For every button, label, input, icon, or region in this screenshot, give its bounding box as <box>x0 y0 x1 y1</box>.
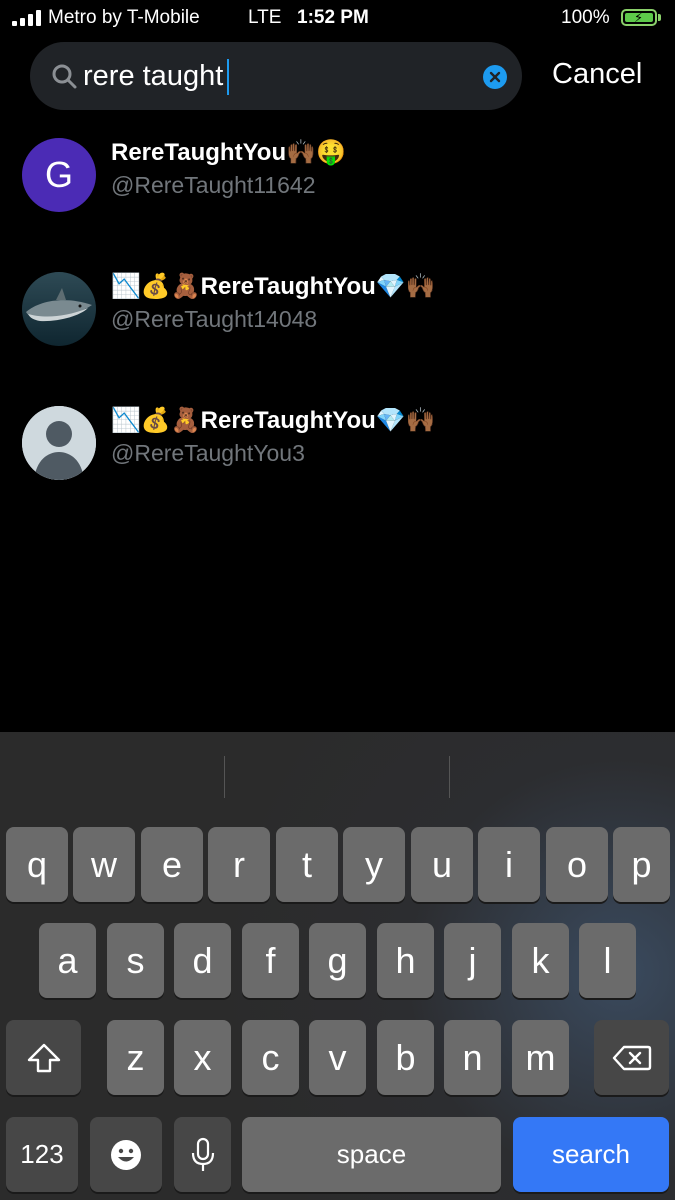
shark-photo-avatar <box>22 272 96 346</box>
key-j[interactable]: j <box>444 923 501 998</box>
battery-percent: 100% <box>561 7 610 28</box>
key-x[interactable]: x <box>174 1020 231 1095</box>
key-e[interactable]: e <box>141 827 203 902</box>
key-p[interactable]: p <box>613 827 670 902</box>
key-t[interactable]: t <box>276 827 338 902</box>
key-u[interactable]: u <box>411 827 473 902</box>
search-result-item[interactable]: 📉💰🧸RereTaughtYou💎🙌🏾 @RereTaughtYou3 <box>0 406 675 516</box>
key-r[interactable]: r <box>208 827 270 902</box>
display-name: 📉💰🧸RereTaughtYou💎🙌🏾 <box>111 407 436 434</box>
key-m[interactable]: m <box>512 1020 569 1095</box>
carrier-name: Metro by T-Mobile <box>48 7 200 28</box>
user-handle: @RereTaughtYou3 <box>111 440 305 466</box>
key-z[interactable]: z <box>107 1020 164 1095</box>
search-key[interactable]: search <box>513 1117 669 1192</box>
user-handle: @RereTaught14048 <box>111 306 318 332</box>
dictation-key[interactable] <box>174 1117 231 1192</box>
predictive-bar-divider <box>449 756 450 798</box>
status-bar: Metro by T-Mobile LTE 1:52 PM 100% ⚡ <box>0 0 675 36</box>
signal-icon <box>12 10 41 26</box>
charging-bolt-icon: ⚡ <box>634 10 644 25</box>
key-c[interactable]: c <box>242 1020 299 1095</box>
display-name: RereTaughtYou🙌🏾🤑 <box>111 139 346 166</box>
key-n[interactable]: n <box>444 1020 501 1095</box>
keyboard: q w e r t y u i o p a s d f g h j k l z … <box>0 732 675 1200</box>
key-f[interactable]: f <box>242 923 299 998</box>
search-result-item[interactable]: 📉💰🧸RereTaughtYou💎🙌🏾 @RereTaught14048 <box>0 272 675 382</box>
key-i[interactable]: i <box>478 827 540 902</box>
shift-icon <box>27 1043 60 1072</box>
delete-key[interactable] <box>594 1020 669 1095</box>
key-y[interactable]: y <box>343 827 405 902</box>
backspace-icon <box>612 1045 651 1070</box>
avatar: G <box>22 138 96 212</box>
network-type: LTE <box>248 7 282 28</box>
numbers-key[interactable]: 123 <box>6 1117 78 1192</box>
search-result-item[interactable]: G RereTaughtYou🙌🏾🤑 @RereTaught14048 @Rer… <box>0 138 675 248</box>
search-icon <box>52 64 77 89</box>
default-profile-icon <box>22 406 96 480</box>
predictive-bar-divider <box>224 756 225 798</box>
key-b[interactable]: b <box>377 1020 434 1095</box>
microphone-icon <box>191 1137 214 1171</box>
status-time: 1:52 PM <box>297 7 369 28</box>
key-v[interactable]: v <box>309 1020 366 1095</box>
avatar <box>22 406 96 480</box>
search-bar[interactable]: rere taught <box>30 42 522 110</box>
battery-nub <box>658 14 661 21</box>
clear-icon[interactable] <box>483 65 507 89</box>
close-icon <box>489 71 501 83</box>
text-caret <box>227 59 230 96</box>
key-h[interactable]: h <box>377 923 434 998</box>
key-o[interactable]: o <box>546 827 608 902</box>
key-d[interactable]: d <box>174 923 231 998</box>
key-g[interactable]: g <box>309 923 366 998</box>
shift-key[interactable] <box>6 1020 81 1095</box>
emoji-icon <box>111 1139 141 1170</box>
battery-icon: ⚡ <box>621 9 657 26</box>
cancel-button[interactable]: Cancel <box>552 58 642 91</box>
search-query: rere taught <box>83 60 224 92</box>
key-s[interactable]: s <box>107 923 164 998</box>
avatar <box>22 272 96 346</box>
key-a[interactable]: a <box>39 923 96 998</box>
user-handle: @RereTaught11642 <box>111 172 316 198</box>
key-w[interactable]: w <box>73 827 135 902</box>
key-k[interactable]: k <box>512 923 569 998</box>
display-name: 📉💰🧸RereTaughtYou💎🙌🏾 <box>111 273 436 300</box>
emoji-key[interactable] <box>90 1117 162 1192</box>
search-input[interactable]: rere taught <box>83 56 463 96</box>
key-l[interactable]: l <box>579 923 636 998</box>
screen: Metro by T-Mobile LTE 1:52 PM 100% ⚡ rer… <box>0 0 675 1200</box>
key-q[interactable]: q <box>6 827 68 902</box>
space-key[interactable]: space <box>242 1117 501 1192</box>
